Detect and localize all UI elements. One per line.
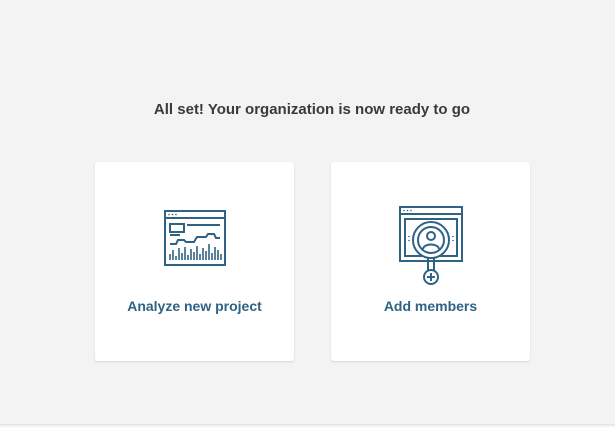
analytics-window-icon <box>163 210 226 271</box>
analyze-new-project-card[interactable]: Analyze new project <box>95 162 294 361</box>
user-search-icon <box>398 206 463 291</box>
analyze-new-project-label: Analyze new project <box>127 298 262 314</box>
divider <box>0 424 615 425</box>
add-members-label: Add members <box>383 298 478 314</box>
add-members-card[interactable]: Add members <box>331 162 530 361</box>
page-title: All set! Your organization is now ready … <box>153 101 471 118</box>
